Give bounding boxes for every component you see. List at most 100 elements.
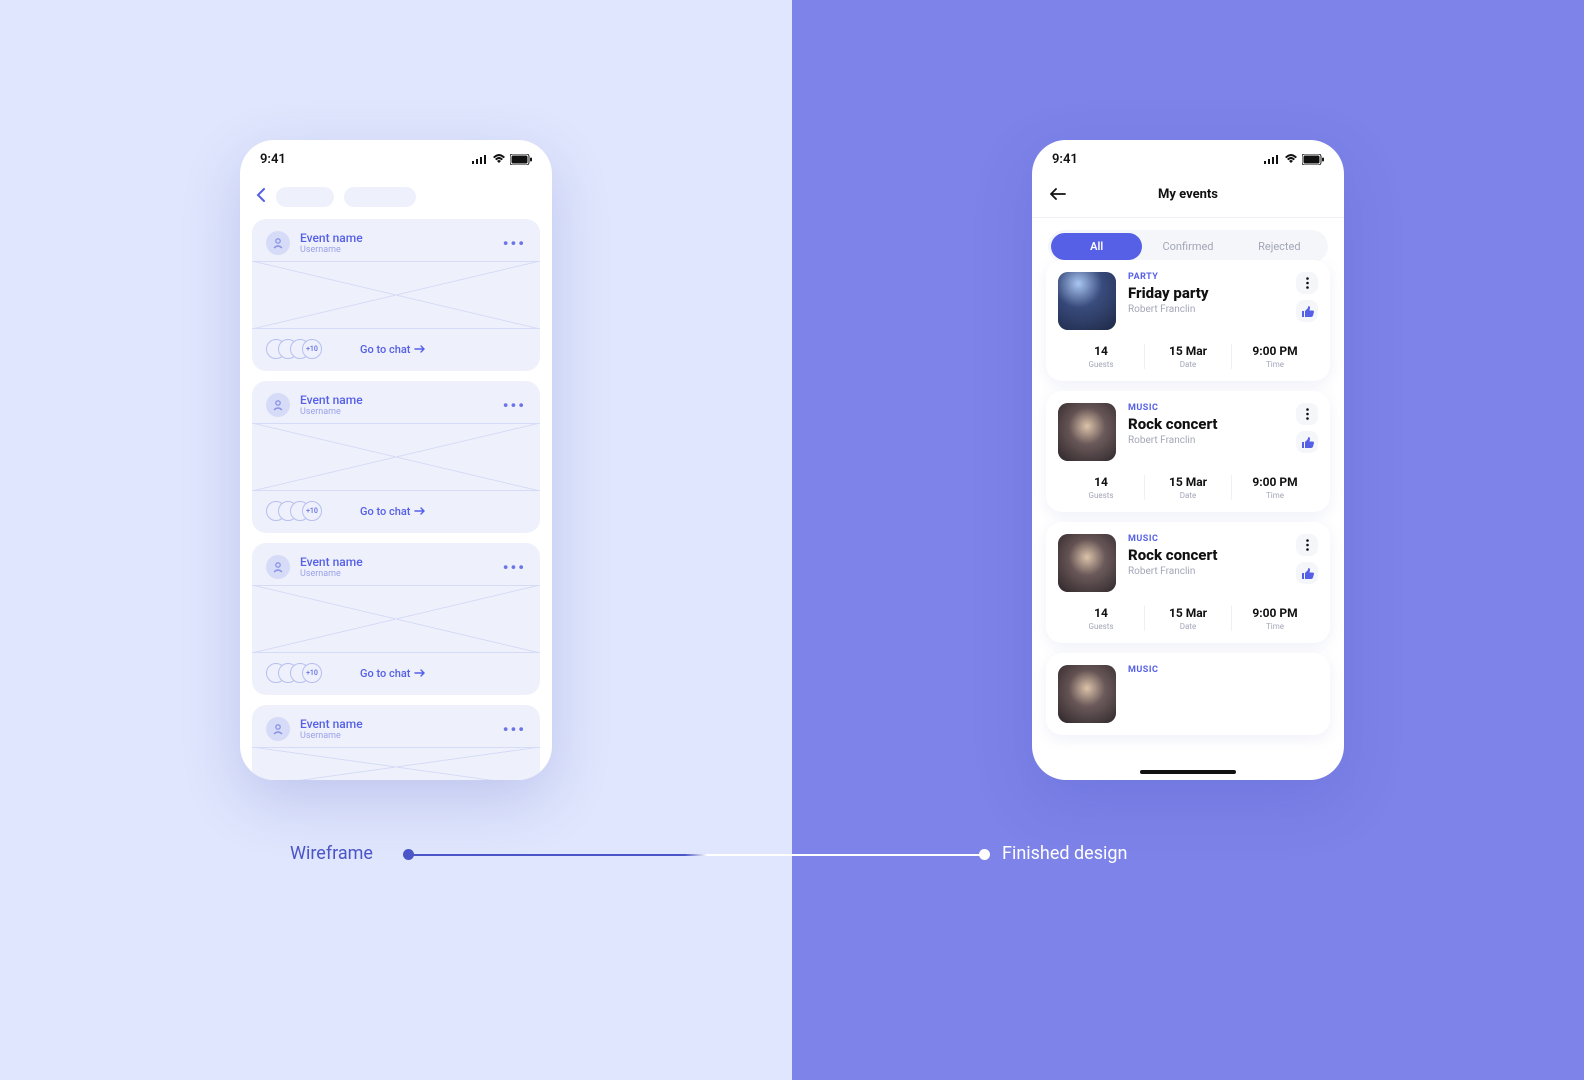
event-name: Rock concert [1128, 546, 1284, 564]
connector-dot [979, 849, 990, 860]
event-card[interactable]: MUSIC Rock concert Robert Franclin 14 Guests… [1046, 391, 1330, 512]
filter-tabs: AllConfirmedRejected [1048, 230, 1328, 263]
connector-line [408, 854, 984, 856]
like-icon[interactable] [1296, 431, 1318, 453]
wireframe-list: Event nameUsername•••+10Go to chat Event… [240, 219, 552, 780]
avatar-icon [266, 393, 290, 417]
tab-rejected[interactable]: Rejected [1234, 233, 1325, 260]
event-time: 9:00 PM [1232, 606, 1318, 620]
more-icon[interactable]: ••• [503, 234, 526, 253]
event-date: 15 Mar [1145, 606, 1231, 620]
event-category: PARTY [1128, 272, 1284, 282]
event-name: Event name [300, 555, 363, 569]
caption-wireframe: Wireframe [290, 843, 373, 864]
guest-count: 14 [1058, 344, 1144, 358]
guests-label: Guests [1058, 360, 1144, 369]
more-icon[interactable]: ••• [503, 720, 526, 739]
date-label: Date [1145, 360, 1231, 369]
attendee-avatars: +10 [266, 339, 322, 359]
more-icon[interactable] [1296, 272, 1318, 294]
date-label: Date [1145, 491, 1231, 500]
event-organizer: Robert Franclin [1128, 435, 1284, 446]
back-icon[interactable] [256, 186, 266, 207]
wireframe-event-card[interactable]: Event nameUsername ••• +10 Go to chat [252, 381, 540, 533]
event-time: 9:00 PM [1232, 344, 1318, 358]
go-to-chat-button[interactable]: Go to chat [360, 667, 426, 680]
tab-confirmed[interactable]: Confirmed [1142, 233, 1233, 260]
status-time: 9:41 [1052, 152, 1078, 167]
more-icon[interactable]: ••• [503, 558, 526, 577]
username: Username [300, 569, 363, 579]
time-label: Time [1232, 360, 1318, 369]
username: Username [300, 731, 363, 741]
status-time: 9:41 [260, 152, 286, 167]
wireframe-header [240, 178, 552, 219]
avatar-icon [266, 231, 290, 255]
time-label: Time [1232, 622, 1318, 631]
event-image [1058, 665, 1116, 723]
date-label: Date [1145, 622, 1231, 631]
avatar-icon [266, 555, 290, 579]
event-organizer: Robert Franclin [1128, 304, 1284, 315]
event-category: MUSIC [1128, 403, 1284, 413]
event-organizer: Robert Franclin [1128, 566, 1284, 577]
signal-icon [472, 154, 488, 164]
wireframe-phone: 9:41 Event nameUsername•••+10Go to chat … [240, 140, 552, 780]
more-icon[interactable] [1296, 403, 1318, 425]
more-icon[interactable] [1296, 534, 1318, 556]
placeholder-pill [344, 187, 416, 207]
event-name: Event name [300, 393, 363, 407]
event-image [1058, 272, 1116, 330]
event-image [1058, 534, 1116, 592]
event-category: MUSIC [1128, 534, 1284, 544]
username: Username [300, 407, 363, 417]
status-icons [472, 154, 532, 165]
wireframe-panel: 9:41 Event nameUsername•••+10Go to chat … [0, 0, 792, 1080]
event-card[interactable]: MUSIC Rock concert Robert Franclin 14 Guests… [1046, 522, 1330, 643]
avatar-icon [266, 717, 290, 741]
wireframe-event-card[interactable]: Event nameUsername ••• +10 Go to chat [252, 219, 540, 371]
placeholder-pill [276, 187, 334, 207]
event-date: 15 Mar [1145, 344, 1231, 358]
event-name: Friday party [1128, 284, 1284, 302]
event-name: Rock concert [1128, 415, 1284, 433]
go-to-chat-button[interactable]: Go to chat [360, 505, 426, 518]
status-bar: 9:41 [240, 140, 552, 178]
home-indicator [1140, 770, 1236, 774]
battery-icon [1302, 154, 1324, 165]
like-icon[interactable] [1296, 562, 1318, 584]
like-icon[interactable] [1296, 300, 1318, 322]
wifi-icon [492, 154, 506, 164]
guest-count: 14 [1058, 475, 1144, 489]
event-name: Event name [300, 231, 363, 245]
event-card[interactable]: PARTY Friday party Robert Franclin 14 Guests… [1046, 260, 1330, 381]
attendee-avatars: +10 [266, 501, 322, 521]
finished-design-panel: 9:41 My events AllConfirmedRejected P [792, 0, 1584, 1080]
caption-finished: Finished design [1002, 843, 1127, 864]
event-card[interactable]: MUSIC [1046, 653, 1330, 735]
wireframe-event-card[interactable]: Event nameUsername ••• [252, 705, 540, 780]
guest-count: 14 [1058, 606, 1144, 620]
battery-icon [510, 154, 532, 165]
finished-phone: 9:41 My events AllConfirmedRejected P [1032, 140, 1344, 780]
status-bar: 9:41 [1032, 140, 1344, 178]
guests-label: Guests [1058, 622, 1144, 631]
wireframe-event-card[interactable]: Event nameUsername ••• +10 Go to chat [252, 543, 540, 695]
username: Username [300, 245, 363, 255]
tab-all[interactable]: All [1051, 233, 1142, 260]
event-image [1058, 403, 1116, 461]
page-title: My events [1032, 187, 1344, 202]
time-label: Time [1232, 491, 1318, 500]
event-category: MUSIC [1128, 665, 1318, 675]
finished-header: My events [1032, 178, 1344, 218]
go-to-chat-button[interactable]: Go to chat [360, 343, 426, 356]
signal-icon [1264, 154, 1280, 164]
event-date: 15 Mar [1145, 475, 1231, 489]
event-name: Event name [300, 717, 363, 731]
more-icon[interactable]: ••• [503, 396, 526, 415]
attendee-avatars: +10 [266, 663, 322, 683]
wifi-icon [1284, 154, 1298, 164]
guests-label: Guests [1058, 491, 1144, 500]
status-icons [1264, 154, 1324, 165]
event-time: 9:00 PM [1232, 475, 1318, 489]
